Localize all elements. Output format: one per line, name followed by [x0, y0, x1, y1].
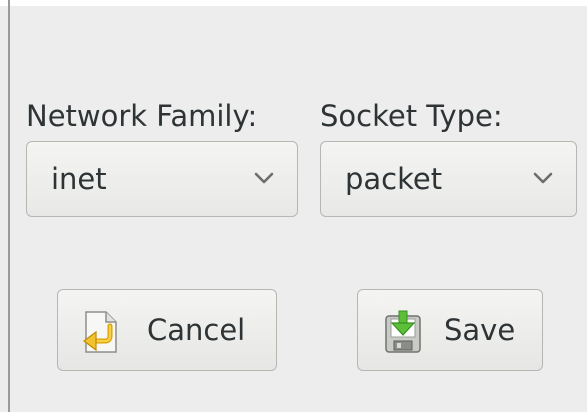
save-button-label: Save — [444, 313, 516, 347]
window-left-border — [8, 0, 10, 412]
chevron-down-icon — [533, 172, 553, 184]
cancel-button[interactable]: Cancel — [57, 289, 277, 371]
cancel-button-label: Cancel — [147, 313, 246, 347]
save-floppy-download-icon — [385, 310, 421, 353]
network-family-dropdown[interactable]: inet — [26, 141, 298, 217]
socket-type-value: packet — [345, 162, 443, 196]
chevron-down-icon — [254, 172, 274, 184]
window-top-edge — [0, 0, 587, 6]
network-family-value: inet — [51, 162, 107, 196]
save-button[interactable]: Save — [357, 289, 543, 371]
socket-type-label: Socket Type: — [320, 99, 503, 133]
undo-arrow-document-icon — [83, 311, 117, 353]
socket-type-dropdown[interactable]: packet — [320, 141, 577, 217]
network-family-label: Network Family: — [26, 99, 258, 133]
